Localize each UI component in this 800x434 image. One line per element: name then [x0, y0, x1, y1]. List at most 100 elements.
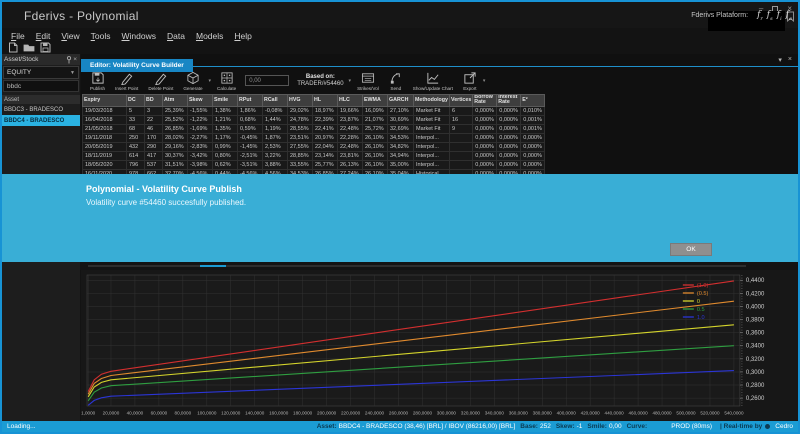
svg-text:220,0000: 220,0000 [341, 411, 361, 416]
column-header-dc[interactable]: DC [127, 95, 145, 107]
table-row[interactable]: 18/05/202079653731,51%-3,98%0,62%-3,51%3… [83, 160, 545, 169]
platform-func-fs[interactable]: fs [767, 10, 773, 20]
table-row[interactable]: 16/04/2018332225,52%-1,22%1,21%0,68%1,44… [83, 115, 545, 124]
menu-view[interactable]: View [58, 31, 87, 41]
export-icon [463, 71, 477, 85]
based-on-selector[interactable]: Based on: TRADER/#54460 [297, 74, 343, 88]
svg-text:300,0000: 300,0000 [437, 411, 457, 416]
menu-windows[interactable]: Windows [119, 31, 165, 41]
column-header-interest-rate[interactable]: Interest Rate [497, 95, 521, 107]
column-header-hlc[interactable]: HLC [338, 95, 363, 107]
pen-icon [154, 71, 168, 85]
asset-search-input[interactable]: bbdc [3, 80, 79, 92]
column-header-vertices[interactable]: Vertices [449, 95, 472, 107]
svg-text:1.0: 1.0 [697, 315, 705, 321]
menu-tools[interactable]: Tools [88, 31, 119, 41]
svg-text:340,0000: 340,0000 [485, 411, 505, 416]
svg-text:480,0000: 480,0000 [652, 411, 672, 416]
asset-list-header: Asset [2, 95, 80, 104]
menu-edit[interactable]: Edit [33, 31, 59, 41]
table-row[interactable]: 20/05/201943229029,16%-2,83%0,99%-1,45%2… [83, 142, 545, 151]
column-header-expiry[interactable]: Expiry [83, 95, 127, 107]
provider-name: Cedro [775, 423, 793, 430]
table-row[interactable]: 19/11/201825017028,02%-2,27%1,17%-0,45%1… [83, 133, 545, 142]
horizontal-scrollbar[interactable] [88, 265, 746, 267]
strikes-vol-button[interactable]: Strikes/Vol [352, 68, 384, 94]
volatility-chart: 0,26000,28000,30000,32000,34000,36000,38… [81, 270, 798, 421]
svg-text:0,4200: 0,4200 [746, 291, 765, 297]
status-bar: Loading... Asset: BBDC4 - BRADESCO (38,4… [2, 421, 798, 432]
asset-category-select[interactable]: EQUITY ▼ [3, 66, 79, 79]
panel-close-icon[interactable]: × [72, 56, 78, 63]
export-dropdown-icon[interactable]: ▾ [483, 78, 486, 84]
column-header-skew[interactable]: Skew [188, 95, 213, 107]
column-header-hvg[interactable]: HVG [288, 95, 313, 107]
chart-canvas: 0,26000,28000,30000,32000,34000,36000,38… [81, 270, 798, 421]
svg-text:1,0000: 1,0000 [81, 411, 96, 416]
menu-data[interactable]: Data [164, 31, 193, 41]
based-on-dropdown-icon[interactable]: ▾ [349, 78, 352, 84]
ok-button[interactable]: OK [670, 243, 712, 256]
new-file-button[interactable] [8, 42, 18, 53]
svg-text:460,0000: 460,0000 [628, 411, 648, 416]
svg-text:120,0000: 120,0000 [221, 411, 241, 416]
calculator-icon [220, 71, 234, 85]
column-header-e-[interactable]: E² [521, 95, 545, 107]
column-header-ewma[interactable]: EWMA [363, 95, 388, 107]
svg-text:240,0000: 240,0000 [365, 411, 385, 416]
column-header-bd[interactable]: BD [145, 95, 163, 107]
table-row[interactable]: 21/05/2018684626,85%-1,69%1,35%0,59%1,19… [83, 124, 545, 133]
column-header-hl[interactable]: HL [313, 95, 338, 107]
svg-text:160,0000: 160,0000 [269, 411, 289, 416]
export-button[interactable]: Export [458, 68, 482, 94]
calculate-value-input[interactable]: 0,00 [245, 75, 289, 86]
svg-text:0,4400: 0,4400 [746, 278, 765, 284]
chart-icon [426, 71, 440, 85]
svg-text:0,2600: 0,2600 [746, 396, 765, 402]
platform-func-fa[interactable]: fa [786, 10, 792, 20]
tab-volatility-curve-builder[interactable]: Editor: Volatility Curve Builder [81, 59, 193, 72]
strikes-vol-icon [361, 71, 375, 85]
column-header-borrow-rate[interactable]: Borrow Rate [473, 95, 497, 107]
svg-text:(0.5): (0.5) [697, 291, 709, 297]
platform-functions: Fderivs Plataform: frfsfifa [691, 10, 792, 22]
menu-help[interactable]: Help [231, 31, 259, 41]
column-header-rcall[interactable]: RCall [263, 95, 288, 107]
base-label: Base: [520, 423, 538, 430]
asset-list-item[interactable]: BBDC3 - BRADESCO [2, 104, 80, 115]
asset-list-item[interactable]: BBDC4 - BRADESCO [2, 115, 80, 126]
svg-text:100,0000: 100,0000 [197, 411, 217, 416]
column-header-smile[interactable]: Smile [213, 95, 238, 107]
show-update-chart-button[interactable]: Show/Update Chart [408, 68, 458, 94]
tab-bar: Editor: Volatility Curve Builder ▾ × [81, 54, 798, 67]
send-button[interactable]: Send [384, 68, 408, 94]
tab-list-icon[interactable]: ▾ [778, 56, 782, 64]
table-header-row: ExpiryDCBDAtmSkewSmileRPutRCallHVGHLHLCE… [83, 95, 545, 107]
table-row[interactable]: 18/11/201961441730,37%-3,42%0,80%-2,51%3… [83, 151, 545, 160]
platform-func-fr[interactable]: fr [757, 10, 763, 20]
svg-text:0,3000: 0,3000 [746, 370, 765, 376]
column-header-methodology[interactable]: Methodology [414, 95, 450, 107]
svg-text:360,0000: 360,0000 [509, 411, 529, 416]
calculate-button[interactable]: Calculate [212, 68, 241, 94]
svg-text:0.5: 0.5 [697, 307, 705, 313]
column-header-atm[interactable]: Atm [163, 95, 188, 107]
generate-dropdown-icon[interactable]: ▾ [209, 78, 212, 84]
platform-func-fi[interactable]: fi [777, 10, 782, 20]
tab-close-icon[interactable]: × [788, 56, 792, 64]
asset-category-value: EQUITY [7, 69, 31, 76]
svg-text:(1.0): (1.0) [697, 283, 709, 289]
curve-label: Curve: [627, 423, 648, 430]
scrollbar-thumb[interactable] [200, 265, 226, 267]
menu-file[interactable]: File [8, 31, 33, 41]
menu-bar: FileEditViewToolsWindowsDataModelsHelp [2, 28, 798, 41]
open-folder-button[interactable] [23, 42, 35, 53]
save-button[interactable] [40, 42, 51, 53]
table-row[interactable]: 19/03/20185325,39%-1,55%1,38%1,86%-0,08%… [83, 106, 545, 115]
loading-status: Loading... [7, 423, 36, 430]
svg-text:0,4000: 0,4000 [746, 304, 765, 310]
column-header-garch[interactable]: GARCH [388, 95, 414, 107]
menu-models[interactable]: Models [193, 31, 231, 41]
send-icon [389, 71, 403, 85]
column-header-rput[interactable]: RPut [238, 95, 263, 107]
